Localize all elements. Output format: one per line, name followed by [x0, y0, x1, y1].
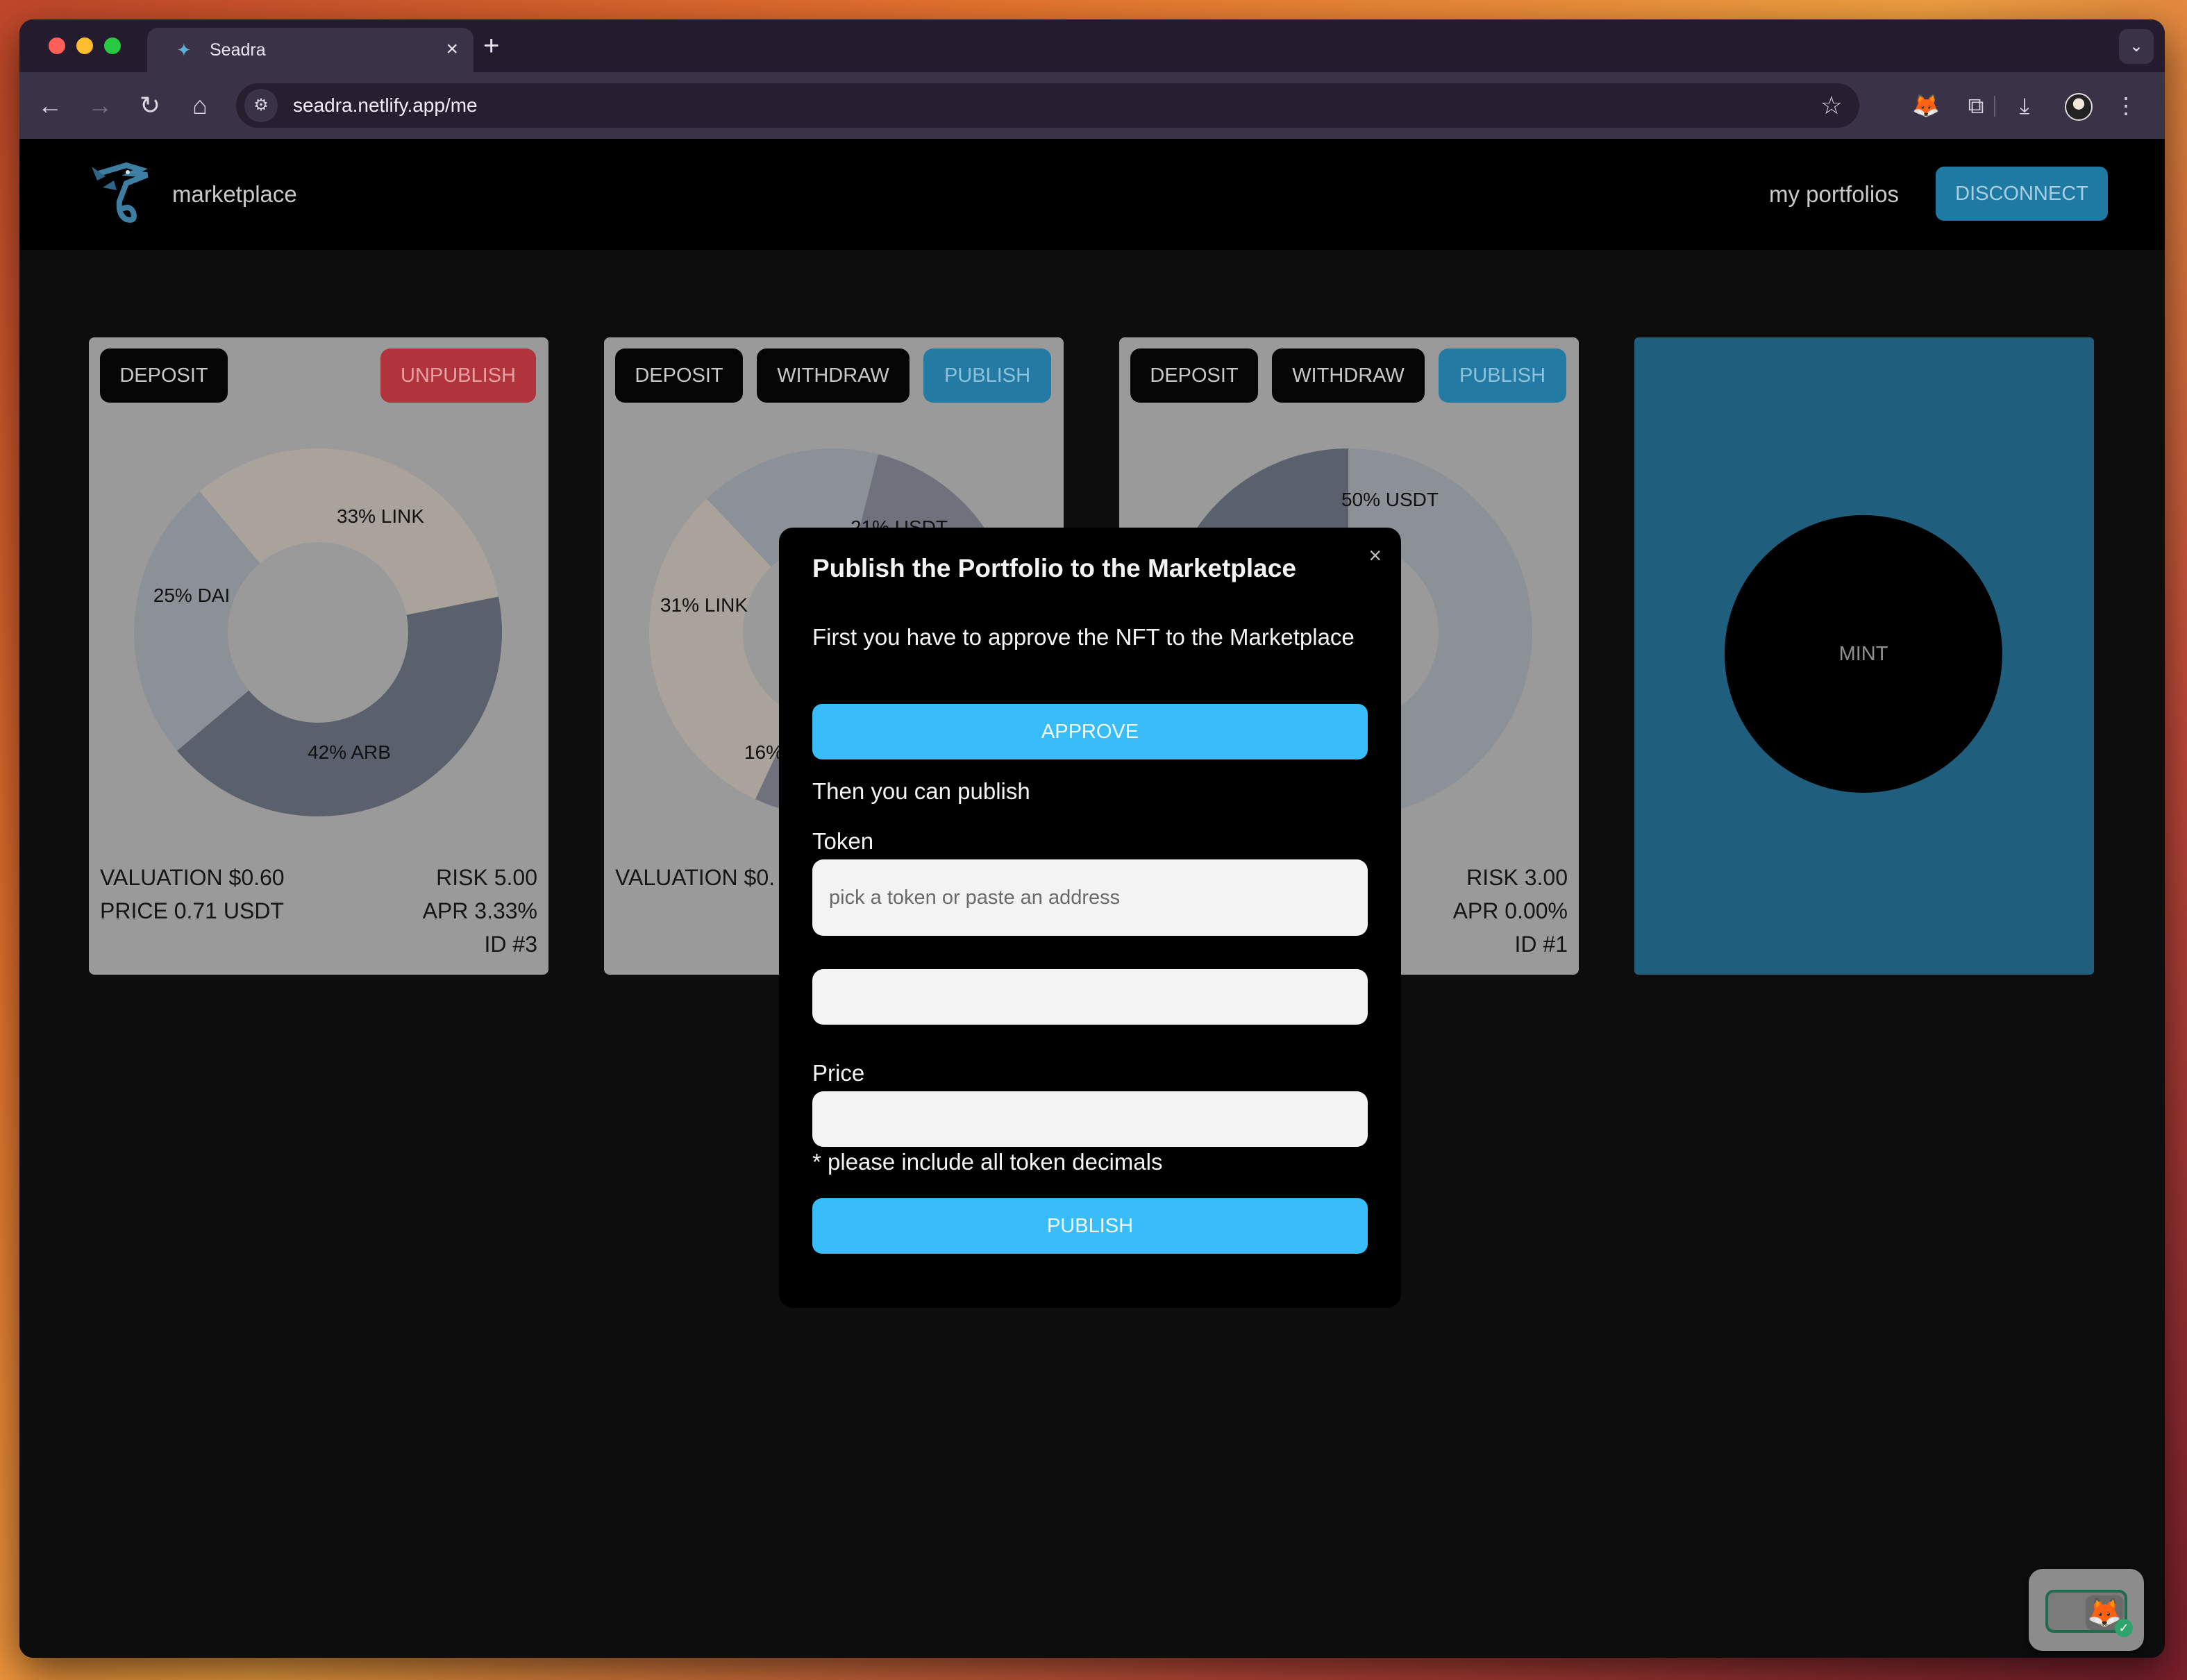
deposit-button[interactable]: DEPOSIT: [1130, 348, 1258, 403]
tab-seadra[interactable]: ✦ Seadra ×: [147, 28, 474, 72]
apr-text: APR 3.33%: [422, 898, 537, 923]
chart-label: 50% USDT: [1341, 489, 1439, 510]
publish-button[interactable]: PUBLISH: [923, 348, 1051, 403]
deposit-button[interactable]: DEPOSIT: [100, 348, 228, 403]
forward-arrow-icon[interactable]: →: [83, 89, 117, 122]
close-modal-icon[interactable]: ×: [1368, 543, 1382, 568]
decimals-note: * please include all token decimals: [812, 1149, 1163, 1175]
withdraw-button[interactable]: WITHDRAW: [1272, 348, 1425, 403]
token-label: Token: [812, 828, 874, 854]
risk-text: RISK 5.00: [436, 865, 537, 890]
withdraw-button[interactable]: WITHDRAW: [757, 348, 910, 403]
reload-icon[interactable]: ↻: [133, 89, 167, 122]
back-arrow-icon[interactable]: ←: [33, 89, 67, 122]
wallet-toggle[interactable]: 🦊 ✓: [2045, 1590, 2133, 1637]
disconnect-button[interactable]: DISCONNECT: [1936, 167, 2108, 221]
risk-text: RISK 3.00: [1466, 865, 1568, 890]
maximize-window-button[interactable]: [104, 37, 121, 54]
address-bar[interactable]: ⚙ seadra.netlify.app/me ☆: [236, 83, 1859, 128]
toolbar-divider: [1994, 96, 1995, 117]
publish-instructions: Then you can publish: [812, 778, 1030, 804]
my-portfolios-link[interactable]: my portfolios: [1769, 180, 1899, 208]
site-settings-icon[interactable]: ⚙: [244, 89, 278, 122]
approve-instructions: First you have to approve the NFT to the…: [812, 624, 1355, 650]
modal-title: Publish the Portfolio to the Marketplace: [812, 554, 1296, 582]
token-amount-field[interactable]: [812, 969, 1368, 1025]
publish-button[interactable]: PUBLISH: [1439, 348, 1566, 403]
kebab-menu-icon[interactable]: ⋮: [2108, 87, 2144, 124]
tab-strip: ✦ Seadra × + ⌄: [19, 19, 2165, 72]
deposit-button[interactable]: DEPOSIT: [615, 348, 743, 403]
chart-label: 42% ARB: [308, 741, 391, 763]
connected-check-icon: ✓: [2115, 1619, 2133, 1637]
metamask-widget[interactable]: 🦊 ✓: [2029, 1569, 2144, 1651]
seahorse-favicon-icon: ✦: [176, 40, 192, 60]
price-label: Price: [812, 1060, 865, 1086]
chart-label: 16%: [744, 741, 783, 763]
mint-button[interactable]: MINT: [1725, 515, 2002, 793]
extensions-puzzle-icon[interactable]: ⧉: [1958, 87, 1994, 124]
home-icon[interactable]: ⌂: [183, 89, 217, 122]
close-window-button[interactable]: [49, 37, 65, 54]
approve-button[interactable]: APPROVE: [812, 704, 1368, 759]
donut-slice: [199, 448, 498, 615]
profile-avatar[interactable]: [2065, 93, 2093, 121]
allocation-donut-chart: 33% LINK 42% ARB 25% DAI: [133, 448, 502, 816]
mint-card: MINT: [1634, 337, 2094, 975]
app-header: marketplace my portfolios DISCONNECT: [19, 139, 2165, 250]
valuation-text: VALUATION $0.60: [100, 865, 285, 890]
publish-submit-button[interactable]: PUBLISH: [812, 1198, 1368, 1254]
metamask-extension-icon[interactable]: 🦊: [1908, 87, 1944, 124]
token-select-input[interactable]: [812, 859, 1368, 936]
portfolio-id-text: ID #1: [1514, 932, 1568, 957]
url-text[interactable]: seadra.netlify.app/me: [293, 95, 478, 116]
download-icon[interactable]: ⤓: [2006, 87, 2043, 124]
new-tab-button[interactable]: +: [483, 32, 499, 60]
unpublish-button[interactable]: UNPUBLISH: [380, 348, 536, 403]
browser-toolbar: ← → ↻ ⌂ ⚙ seadra.netlify.app/me ☆ 🦊 ⧉ ⤓ …: [19, 72, 2165, 139]
apr-text: APR 0.00%: [1452, 898, 1568, 923]
bookmark-star-icon[interactable]: ☆: [1820, 92, 1843, 119]
publish-modal: Publish the Portfolio to the Marketplace…: [779, 528, 1401, 1308]
browser-window: ✦ Seadra × + ⌄ ← → ↻ ⌂ ⚙ seadra.netlify.…: [19, 19, 2165, 1658]
price-field[interactable]: [812, 1091, 1368, 1147]
chart-label: 33% LINK: [337, 505, 424, 527]
portfolio-id-text: ID #3: [484, 932, 537, 957]
chart-label: 25% DAI: [153, 585, 231, 606]
tab-search-chevron-icon[interactable]: ⌄: [2119, 29, 2154, 64]
minimize-window-button[interactable]: [76, 37, 93, 54]
seahorse-logo-icon[interactable]: [78, 160, 161, 229]
tab-title: Seadra: [210, 40, 266, 60]
chart-label: 31% LINK: [660, 594, 748, 616]
portfolio-card: DEPOSIT UNPUBLISH 33% LINK 42% ARB 25% D…: [89, 337, 548, 975]
marketplace-link[interactable]: marketplace: [172, 180, 297, 208]
price-text: PRICE 0.71 USDT: [100, 898, 284, 923]
valuation-text: VALUATION $0.: [615, 865, 775, 890]
close-tab-icon[interactable]: ×: [446, 39, 458, 60]
page-content: marketplace my portfolios DISCONNECT DEP…: [19, 139, 2165, 1658]
